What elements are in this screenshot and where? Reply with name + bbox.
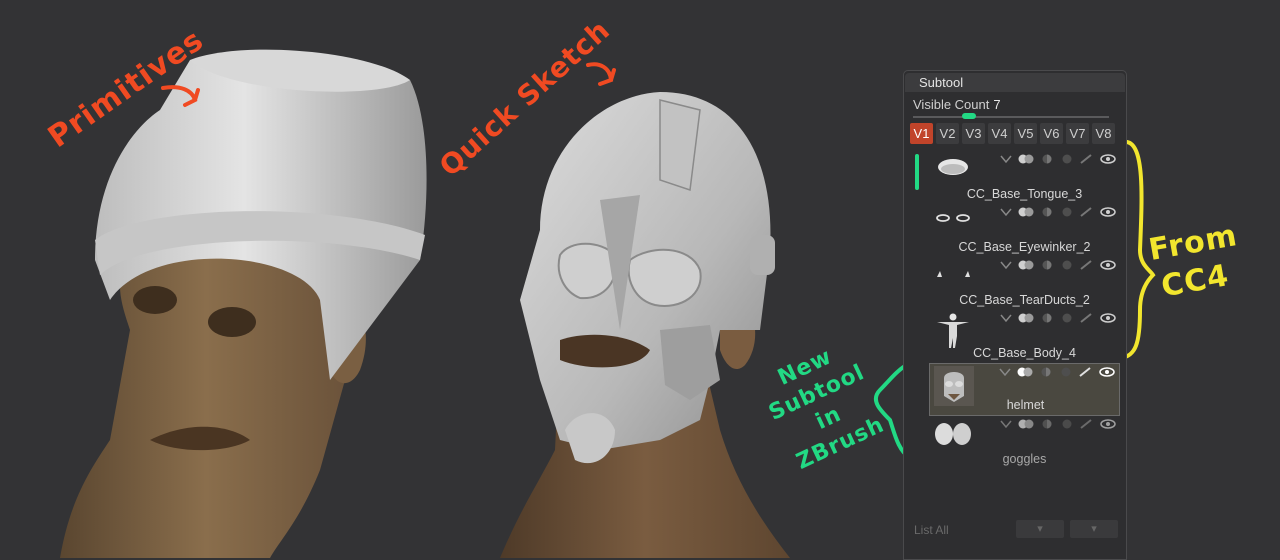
- eye-visibility-icon[interactable]: [1099, 367, 1115, 377]
- visible-count-value: 7: [993, 97, 1001, 112]
- visible-count-slider-handle[interactable]: [962, 113, 976, 119]
- group-toggle-icon[interactable]: [1060, 260, 1074, 270]
- visibility-set-tabs: V1 V2 V3 V4 V5 V6 V7 V8: [910, 123, 1115, 144]
- tab-v2[interactable]: V2: [936, 123, 959, 144]
- subtool-row-eyewinker[interactable]: CC_Base_Eyewinker_2: [929, 204, 1120, 257]
- eye-visibility-icon[interactable]: [1100, 154, 1116, 164]
- merge-arrow-icon[interactable]: [1000, 260, 1012, 270]
- subtool-name: goggles: [1002, 452, 1047, 466]
- brush-toggle-icon[interactable]: [1079, 367, 1093, 377]
- group-toggle-icon[interactable]: [1060, 419, 1074, 429]
- tab-v1[interactable]: V1: [910, 123, 933, 144]
- head-primitive-model: [60, 49, 427, 558]
- material-toggle-icon[interactable]: [1040, 207, 1054, 217]
- group-toggle-icon[interactable]: [1060, 154, 1074, 164]
- tab-v4[interactable]: V4: [988, 123, 1011, 144]
- subtool-row-body[interactable]: CC_Base_Body_4: [929, 310, 1120, 363]
- brush-toggle-icon[interactable]: [1080, 419, 1094, 429]
- subtool-row-goggles[interactable]: goggles: [929, 416, 1120, 469]
- subtool-row-tongue[interactable]: CC_Base_Tongue_3: [929, 151, 1120, 204]
- subtool-row-icons: [1000, 206, 1116, 218]
- tab-v8[interactable]: V8: [1092, 123, 1115, 144]
- brush-toggle-icon[interactable]: [1080, 313, 1094, 323]
- subtool-name: CC_Base_Tongue_3: [966, 187, 1083, 201]
- subtool-row-icons: [1000, 418, 1116, 430]
- material-toggle-icon[interactable]: [1040, 260, 1054, 270]
- subtool-row-icons: [1000, 312, 1116, 324]
- subtool-row-tearducts[interactable]: CC_Base_TearDucts_2: [929, 257, 1120, 310]
- merge-arrow-icon[interactable]: [1000, 419, 1012, 429]
- polypaint-toggle-icon[interactable]: [1018, 419, 1034, 429]
- subtool-name: CC_Base_Eyewinker_2: [958, 240, 1091, 254]
- material-toggle-icon[interactable]: [1039, 367, 1053, 377]
- list-all-button[interactable]: List All: [914, 523, 949, 537]
- subtool-row-icons: [1000, 259, 1116, 271]
- brush-toggle-icon[interactable]: [1080, 207, 1094, 217]
- polypaint-toggle-icon[interactable]: [1018, 260, 1034, 270]
- eye-visibility-icon[interactable]: [1100, 207, 1116, 217]
- tab-v5[interactable]: V5: [1014, 123, 1037, 144]
- visible-count-slider-track[interactable]: [913, 116, 1109, 118]
- brush-toggle-icon[interactable]: [1080, 260, 1094, 270]
- material-toggle-icon[interactable]: [1040, 154, 1054, 164]
- tab-v7[interactable]: V7: [1066, 123, 1089, 144]
- polypaint-toggle-icon[interactable]: [1017, 367, 1033, 377]
- merge-arrow-icon[interactable]: [1000, 154, 1012, 164]
- visible-count-label: Visible Count: [913, 97, 990, 112]
- polypaint-toggle-icon[interactable]: [1018, 207, 1034, 217]
- material-toggle-icon[interactable]: [1040, 419, 1054, 429]
- subtool-row-icons: [1000, 153, 1116, 165]
- merge-arrow-icon[interactable]: [999, 367, 1011, 377]
- quicksketch-arrow-icon: [586, 62, 616, 86]
- eye-visibility-icon[interactable]: [1100, 313, 1116, 323]
- polypaint-toggle-icon[interactable]: [1018, 154, 1034, 164]
- brush-toggle-icon[interactable]: [1080, 154, 1094, 164]
- eye-visibility-icon[interactable]: [1100, 260, 1116, 270]
- subtool-row-helmet[interactable]: helmet: [929, 363, 1120, 416]
- subtool-panel: Subtool Visible Count 7 V1 V2 V3 V4 V5 V6…: [903, 70, 1127, 560]
- group-toggle-icon[interactable]: [1059, 367, 1073, 377]
- subtool-name: CC_Base_TearDucts_2: [959, 293, 1090, 307]
- merge-arrow-icon[interactable]: [1000, 207, 1012, 217]
- visible-count: Visible Count 7: [913, 97, 1001, 112]
- eye-visibility-icon[interactable]: [1100, 419, 1116, 429]
- merge-arrow-icon[interactable]: [1000, 313, 1012, 323]
- group-toggle-icon[interactable]: [1060, 313, 1074, 323]
- subtool-name: CC_Base_Body_4: [973, 346, 1076, 360]
- polypaint-toggle-icon[interactable]: [1018, 313, 1034, 323]
- tab-v3[interactable]: V3: [962, 123, 985, 144]
- move-up-button[interactable]: ▾: [1070, 520, 1118, 538]
- from-cc4-annotation: From CC4: [1146, 218, 1240, 308]
- subtool-panel-title[interactable]: Subtool: [905, 73, 1125, 92]
- material-toggle-icon[interactable]: [1040, 313, 1054, 323]
- subtool-row-icons: [999, 366, 1115, 378]
- head-helmet-model: [500, 92, 790, 558]
- subtool-name: helmet: [1006, 398, 1045, 412]
- tab-v6[interactable]: V6: [1040, 123, 1063, 144]
- subtool-list-scrollbar[interactable]: [915, 154, 919, 190]
- move-down-button[interactable]: ▾: [1016, 520, 1064, 538]
- group-toggle-icon[interactable]: [1060, 207, 1074, 217]
